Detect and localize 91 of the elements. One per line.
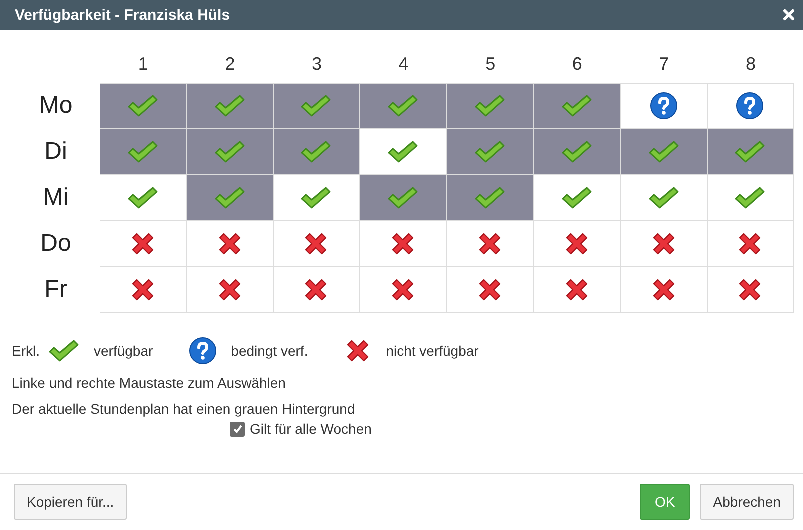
check-icon [560, 186, 593, 210]
availability-cell[interactable] [534, 175, 621, 221]
availability-cell[interactable] [447, 267, 534, 313]
availability-cell[interactable] [708, 175, 794, 221]
availability-cell[interactable] [274, 175, 360, 221]
availability-cell[interactable] [620, 129, 708, 175]
check-icon [214, 186, 246, 210]
column-header: 5 [484, 52, 497, 76]
availability-cell[interactable] [360, 175, 448, 221]
checkbox[interactable] [230, 422, 245, 436]
column-header: 6 [571, 52, 584, 76]
column-header: 4 [398, 52, 410, 76]
availability-cell[interactable] [274, 129, 360, 175]
availability-cell[interactable] [360, 267, 448, 313]
availability-cell[interactable] [708, 83, 794, 129]
check-icon [474, 140, 506, 164]
check-icon [560, 140, 593, 164]
legend-label: Erkl. [12, 343, 40, 359]
check-icon [387, 140, 420, 164]
check-icon [734, 186, 766, 210]
check-icon [214, 94, 246, 118]
availability-cell[interactable] [186, 267, 274, 313]
legend-text: bedingt verf. [231, 343, 308, 359]
availability-cell[interactable] [100, 267, 187, 313]
question-icon [189, 337, 218, 365]
availability-cell[interactable] [360, 129, 448, 175]
legend-text: nicht verfügbar [386, 343, 479, 359]
column-header: 7 [658, 52, 670, 76]
column-header: 3 [310, 52, 323, 76]
copy-button[interactable]: Kopieren für... [14, 484, 128, 520]
check-icon [214, 140, 246, 164]
availability-cell[interactable] [100, 129, 187, 175]
check-icon [648, 186, 680, 210]
availability-cell[interactable] [620, 221, 708, 267]
row-header: Mo [38, 91, 74, 121]
availability-cell[interactable] [274, 83, 360, 129]
check-icon [300, 140, 332, 164]
column-header: 1 [137, 52, 150, 76]
legend-text: verfügbar [94, 343, 154, 359]
window-title: Verfügbarkeit - Franziska Hüls [15, 6, 230, 24]
check-icon [474, 186, 506, 210]
availability-cell[interactable] [360, 221, 448, 267]
row-header: Di [44, 137, 68, 167]
row-header: Mi [42, 183, 70, 213]
availability-cell[interactable] [186, 83, 274, 129]
availability-cell[interactable] [708, 221, 794, 267]
availability-cell[interactable] [100, 221, 187, 267]
availability-cell[interactable] [274, 221, 360, 267]
availability-cell[interactable] [620, 175, 708, 221]
check-icon [126, 140, 159, 164]
checkbox-label: Gilt für alle Wochen [250, 421, 372, 437]
availability-cell[interactable] [274, 267, 360, 313]
check-icon [300, 94, 332, 118]
check-icon [560, 94, 593, 118]
availability-cell[interactable] [100, 83, 187, 129]
availability-cell[interactable] [620, 267, 708, 313]
check-icon [387, 94, 420, 118]
availability-cell[interactable] [447, 221, 534, 267]
availability-cell[interactable] [708, 267, 794, 313]
check-icon [648, 140, 680, 164]
availability-cell[interactable] [534, 221, 621, 267]
hint-text: Linke und rechte Maustaste zum Auswählen [12, 375, 287, 391]
availability-cell[interactable] [186, 175, 274, 221]
close-icon[interactable] [783, 9, 795, 21]
availability-cell[interactable] [620, 83, 708, 129]
availability-cell[interactable] [100, 175, 187, 221]
question-icon [650, 92, 678, 120]
check-icon [300, 186, 332, 210]
availability-cell[interactable] [186, 221, 274, 267]
row-header: Fr [44, 275, 68, 305]
availability-cell[interactable] [360, 83, 448, 129]
availability-cell[interactable] [534, 83, 621, 129]
check-icon [126, 186, 159, 210]
cancel-button[interactable]: Abbrechen [700, 484, 794, 520]
check-icon [474, 94, 506, 118]
availability-cell[interactable] [708, 129, 794, 175]
availability-cell[interactable] [447, 83, 534, 129]
column-header: 2 [224, 52, 236, 76]
question-icon [736, 92, 764, 120]
hint-text: Der aktuelle Stundenplan hat einen grauen Hintergrund [12, 401, 356, 417]
check-icon [734, 140, 766, 164]
check-icon [126, 94, 159, 118]
availability-cell[interactable] [186, 129, 274, 175]
row-header: Do [40, 229, 72, 259]
availability-cell[interactable] [447, 175, 534, 221]
check-icon [48, 339, 80, 363]
column-header: 8 [744, 52, 757, 76]
availability-cell[interactable] [534, 267, 621, 313]
check-icon [387, 186, 420, 210]
availability-cell[interactable] [534, 129, 621, 175]
availability-cell[interactable] [447, 129, 534, 175]
